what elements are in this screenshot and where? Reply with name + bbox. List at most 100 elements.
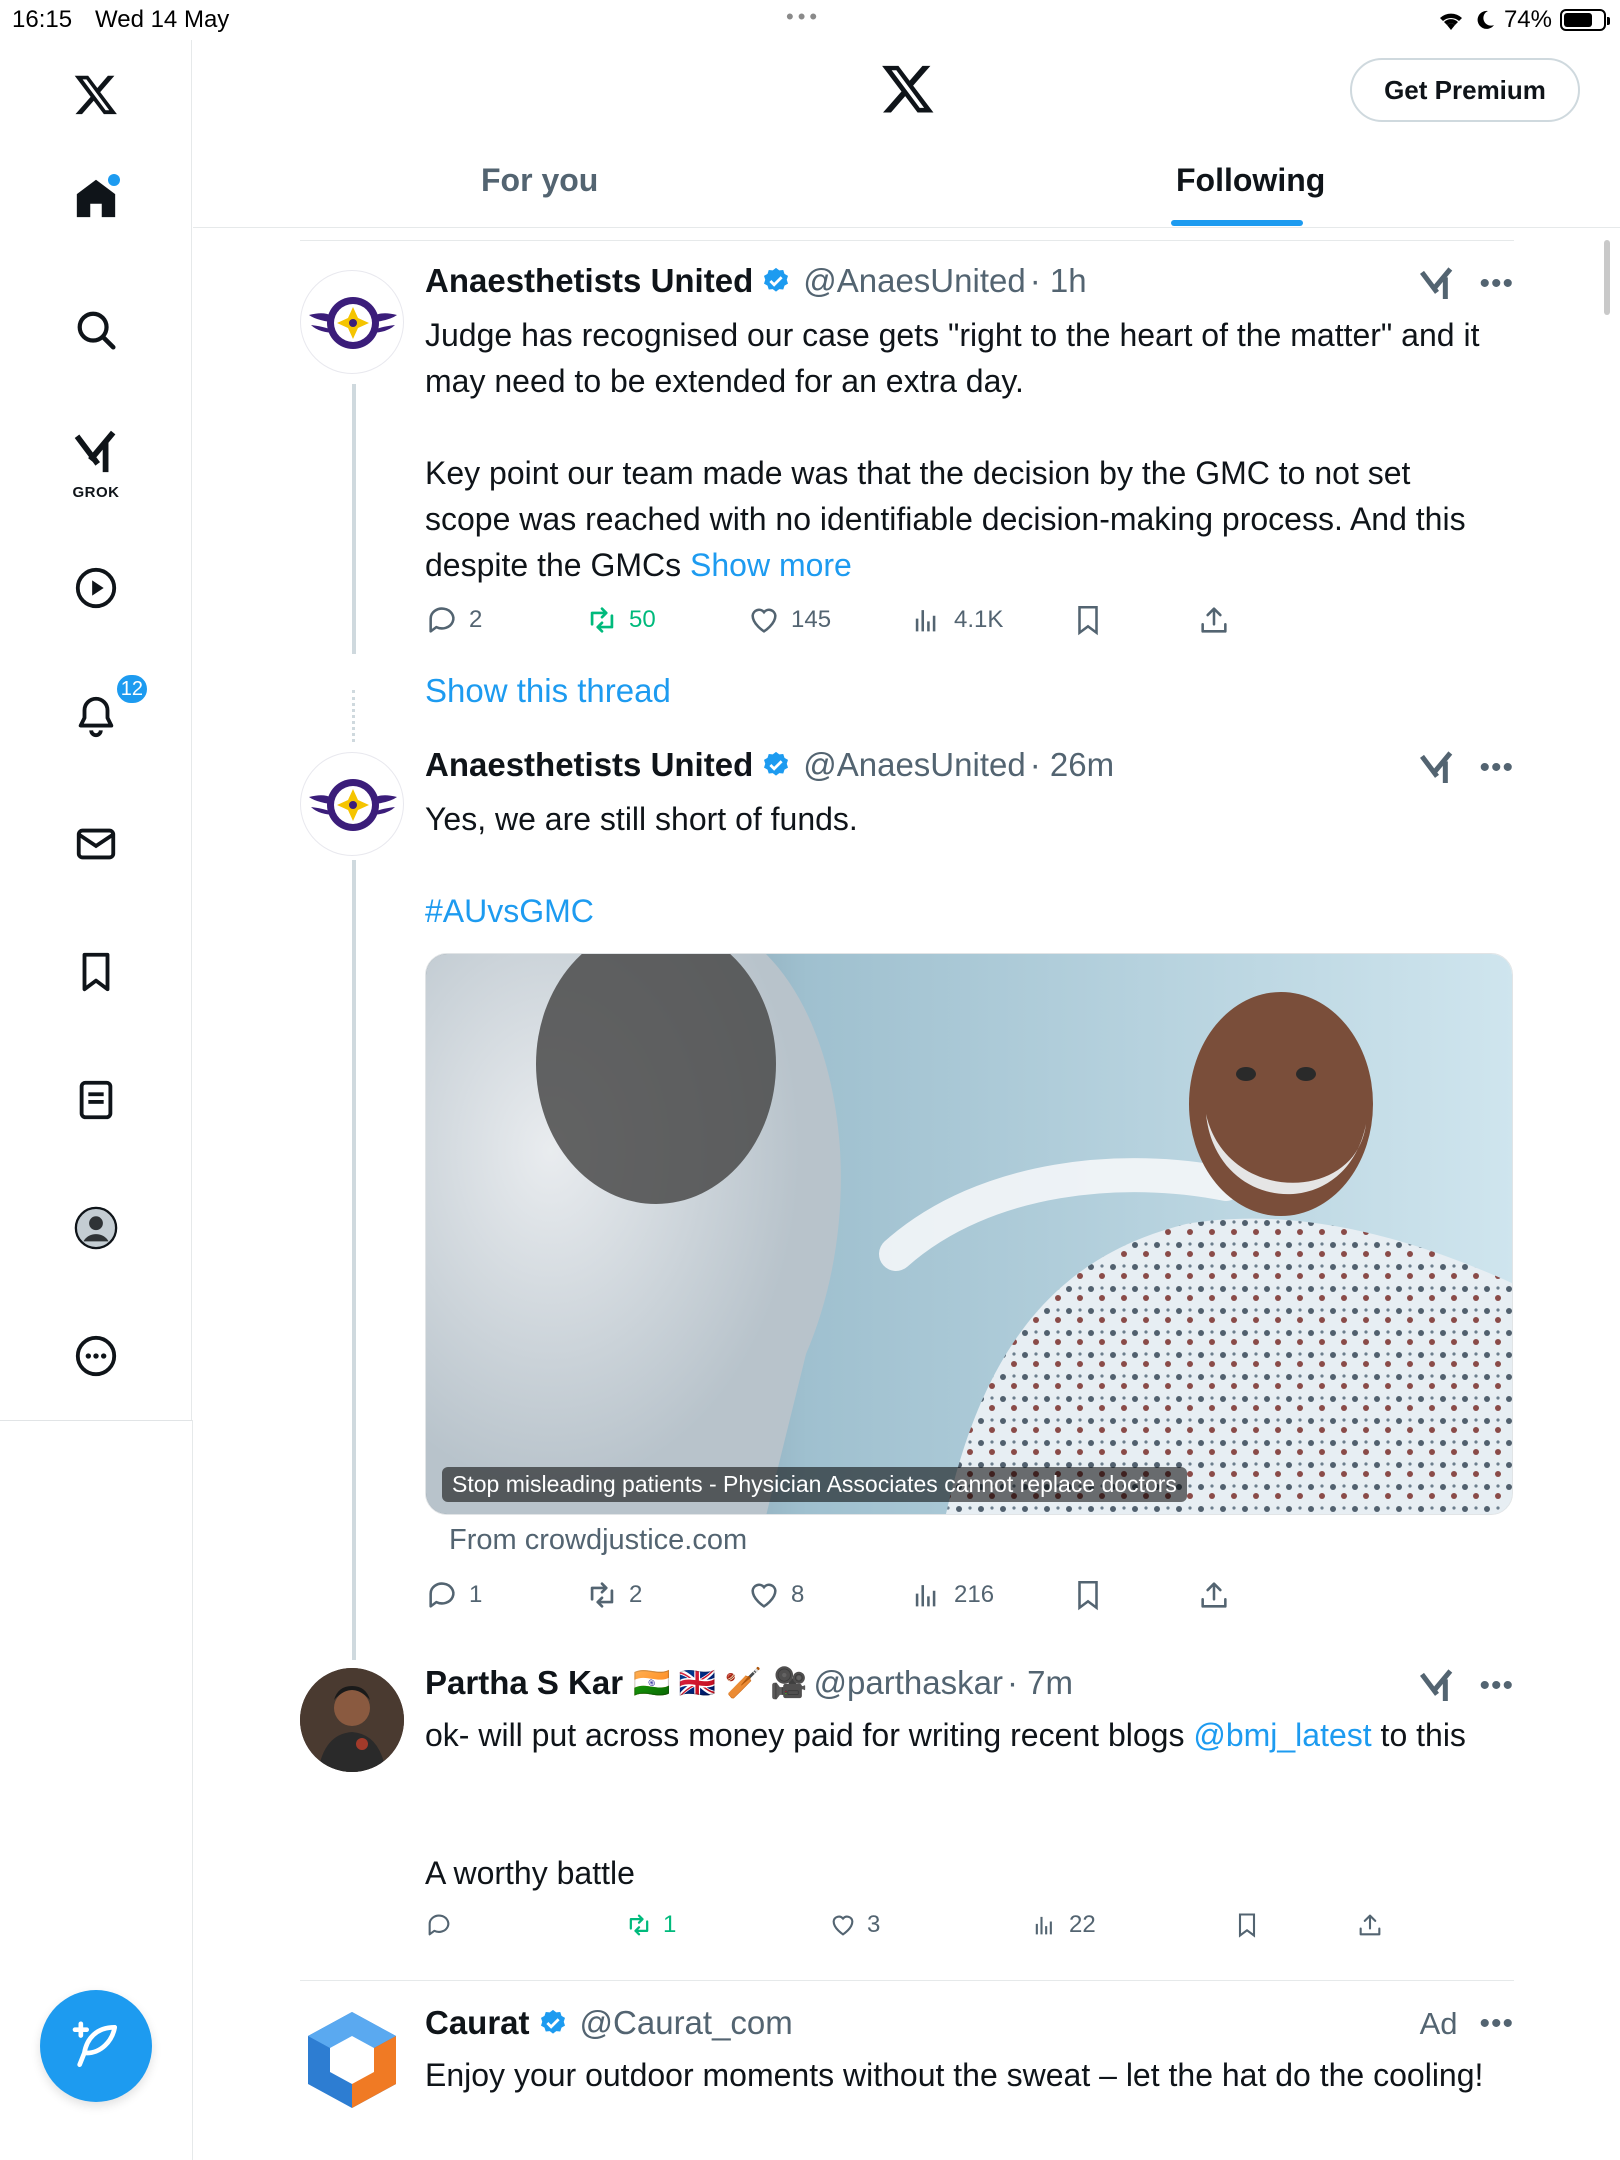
compose-feather-icon	[72, 2021, 117, 2067]
view-count: 216	[954, 1581, 995, 1608]
grok-explain-icon[interactable]	[1417, 1666, 1457, 1706]
partha-kar-avatar-image	[300, 1668, 404, 1772]
like-button[interactable]: 3	[829, 1911, 880, 1939]
grok-icon[interactable]	[60, 416, 132, 488]
repost-count: 50	[629, 606, 656, 633]
repost-icon	[590, 1582, 614, 1608]
show-more-link[interactable]: Show more	[690, 547, 852, 583]
hashtag-link[interactable]: #AUvsGMC	[425, 888, 1495, 934]
mention-link[interactable]: @bmj_latest	[1193, 1717, 1371, 1753]
avatar-icon[interactable]	[60, 1192, 132, 1264]
tweet-text: A worthy battle	[425, 1850, 1495, 1896]
author-handle[interactable]: @AnaesUnited	[803, 746, 1025, 784]
reply-button[interactable]: 2	[425, 603, 482, 637]
more-options-icon[interactable]: •••	[1479, 1671, 1514, 1701]
x-header-logo-icon[interactable]	[880, 60, 936, 116]
reply-button[interactable]: 1	[425, 1578, 482, 1612]
verified-badge-icon	[761, 750, 791, 780]
author-handle[interactable]: @AnaesUnited	[803, 262, 1025, 300]
avatar[interactable]	[300, 2008, 404, 2112]
share-button[interactable]	[1197, 1578, 1231, 1612]
link-card-image[interactable]: Stop misleading patients - Physician Ass…	[425, 953, 1513, 1515]
reply-icon	[429, 1582, 455, 1608]
get-premium-button[interactable]: Get Premium	[1350, 58, 1580, 122]
repost-icon	[590, 607, 614, 633]
reply-icon	[429, 607, 455, 633]
avatar[interactable]	[300, 752, 404, 856]
repost-button[interactable]: 2	[585, 1578, 642, 1612]
tab-active-indicator	[1171, 220, 1303, 226]
verified-badge-icon	[761, 266, 791, 296]
tab-following[interactable]: Following	[1176, 162, 1325, 199]
views-button[interactable]: 4.1K	[910, 603, 1003, 637]
share-icon	[1201, 607, 1227, 633]
author-name[interactable]: Caurat	[425, 2004, 530, 2042]
share-button[interactable]	[1197, 603, 1231, 637]
battery-icon	[1560, 9, 1610, 31]
thread-line	[352, 860, 356, 1660]
author-emoji-flags: 🇮🇳 🇬🇧 🏏 🎥	[633, 1666, 808, 1700]
grok-explain-icon[interactable]	[1417, 264, 1457, 304]
bookmark-button[interactable]	[1071, 603, 1105, 637]
author-handle[interactable]: @Caurat_com	[580, 2004, 793, 2042]
status-date: Wed 14 May	[95, 6, 230, 33]
tweet-time[interactable]: · 1h	[1030, 262, 1087, 300]
bookmark-icon[interactable]	[60, 936, 132, 1008]
tweet-text-paragraph: Judge has recognised our case gets "righ…	[425, 317, 1489, 399]
grok-explain-icon[interactable]	[1417, 748, 1457, 788]
bookmark-button[interactable]	[1071, 1578, 1105, 1612]
more-options-icon[interactable]: •••	[1479, 753, 1514, 783]
scrollbar[interactable]	[1604, 240, 1610, 315]
sidebar-border	[192, 1420, 193, 2160]
reply-button[interactable]	[425, 1911, 463, 1939]
thread-line	[352, 384, 356, 654]
home-icon[interactable]	[60, 162, 132, 234]
tweet-header: Anaesthetists United @AnaesUnited · 26m	[425, 746, 1114, 784]
author-name[interactable]: Anaesthetists United	[425, 262, 753, 300]
author-handle[interactable]: @parthaskar	[814, 1664, 1003, 1702]
repost-count: 2	[629, 1581, 643, 1608]
more-options-icon[interactable]: •••	[1479, 269, 1514, 299]
timeline-tabs: For you Following	[193, 140, 1620, 228]
tweet-text: Judge has recognised our case gets "righ…	[425, 312, 1495, 404]
search-icon[interactable]	[60, 294, 132, 366]
author-name[interactable]: Partha S Kar	[425, 1664, 623, 1702]
views-button[interactable]: 22	[1031, 1911, 1096, 1939]
tweet-text: Yes, we are still short of funds.	[425, 796, 1495, 842]
views-button[interactable]: 216	[910, 1578, 994, 1612]
more-options-icon[interactable]: •••	[1479, 2009, 1514, 2039]
like-button[interactable]: 145	[747, 603, 831, 637]
tweet-time[interactable]: · 7m	[1007, 1664, 1073, 1702]
mail-icon[interactable]	[60, 808, 132, 880]
bookmark-icon	[1078, 1580, 1098, 1611]
verified-badge-icon	[538, 2008, 568, 2038]
tab-for-you[interactable]: For you	[481, 162, 598, 199]
tweet-time[interactable]: · 26m	[1030, 746, 1114, 784]
like-button[interactable]: 8	[747, 1578, 804, 1612]
status-bar: 16:15 Wed 14 May ••• 74%	[0, 0, 1620, 40]
avatar[interactable]	[300, 270, 404, 374]
compose-post-button[interactable]	[40, 1990, 152, 2102]
repost-button[interactable]: 50	[585, 603, 656, 637]
author-name[interactable]: Anaesthetists United	[425, 746, 753, 784]
bookmark-button[interactable]	[1233, 1911, 1261, 1939]
sidebar-divider	[0, 1420, 192, 1421]
show-this-thread-link[interactable]: Show this thread	[425, 672, 671, 710]
link-card-source[interactable]: From crowdjustice.com	[449, 1524, 747, 1557]
tweet-header-right: Ad •••	[1420, 2006, 1514, 2042]
tweet-header-right: •••	[1417, 1666, 1514, 1706]
tweet-header: Caurat @Caurat_com	[425, 2004, 793, 2042]
multitasking-dots[interactable]: •••	[786, 4, 821, 30]
x-logo-icon[interactable]	[60, 58, 132, 130]
avatar[interactable]	[300, 1668, 404, 1772]
list-icon[interactable]	[60, 1064, 132, 1136]
repost-button[interactable]: 1	[625, 1911, 676, 1939]
home-unread-dot	[108, 174, 120, 186]
heart-icon	[832, 1915, 854, 1936]
bell-icon[interactable]: 12	[60, 672, 150, 752]
tweet-text-paragraph: Enjoy your outdoor moments without the s…	[425, 2057, 1484, 2093]
share-button[interactable]	[1356, 1911, 1384, 1939]
feed-top-divider	[300, 240, 1514, 241]
more-icon[interactable]	[60, 1320, 132, 1392]
play-icon[interactable]	[60, 552, 132, 624]
